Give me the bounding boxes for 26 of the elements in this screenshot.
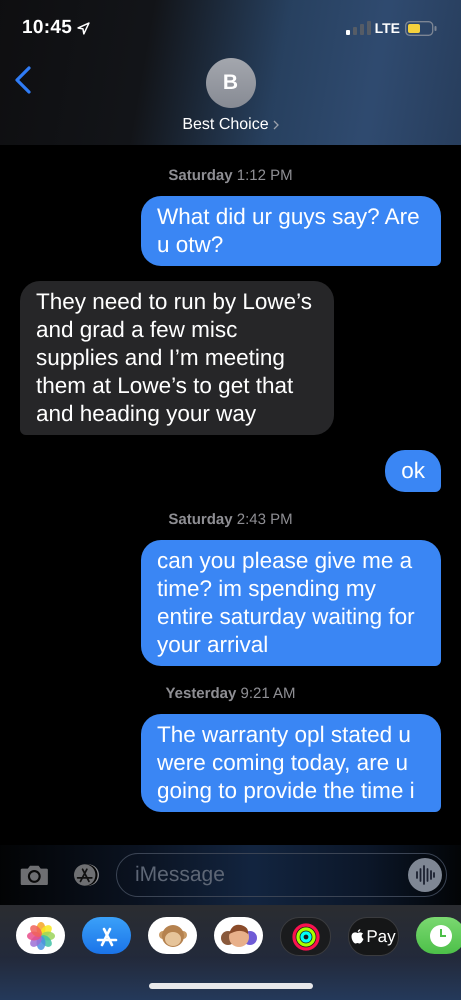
apple-icon [351, 929, 364, 944]
message-field[interactable]: iMessage [116, 853, 447, 897]
apple-pay-button[interactable]: Pay [348, 917, 399, 956]
status-time: 10:45 [22, 17, 72, 39]
battery-icon [405, 20, 437, 36]
animoji-icon[interactable] [148, 917, 197, 954]
activity-rings-icon[interactable] [280, 917, 331, 956]
location-arrow-icon [77, 22, 90, 34]
contact-name[interactable]: Best Choice [182, 116, 269, 134]
sent-message-bubble: The warranty opl stated u were coming today, are u going to provide the time i [141, 714, 441, 812]
sent-message-bubble: ok [385, 450, 441, 492]
signal-icon [346, 21, 372, 35]
photos-app-icon[interactable] [16, 917, 65, 954]
chevron-icon [272, 120, 279, 130]
clock-app-icon[interactable] [416, 917, 461, 954]
message-timestamp: Saturday 2:43 PM [168, 511, 293, 528]
audio-waveform-icon[interactable] [408, 858, 442, 892]
memoji-icon[interactable] [214, 917, 263, 954]
message-timestamp: Saturday 1:12 PM [168, 167, 293, 184]
network-label: LTE [374, 20, 400, 36]
back-icon[interactable] [14, 66, 32, 94]
message-timestamp: Yesterday 9:21 AM [165, 685, 296, 702]
received-message-bubble: They need to run by Lowe’s and grad a few misc supplies and I’m meeting them at Lowe’s to get that and heading your way [20, 281, 334, 435]
app-store-icon[interactable] [82, 917, 131, 954]
sent-message-bubble: What did ur guys say? Are u otw? [141, 196, 441, 266]
sent-message-bubble: can you please give me a time? im spending my entire saturday waiting for your arrival [141, 540, 441, 666]
